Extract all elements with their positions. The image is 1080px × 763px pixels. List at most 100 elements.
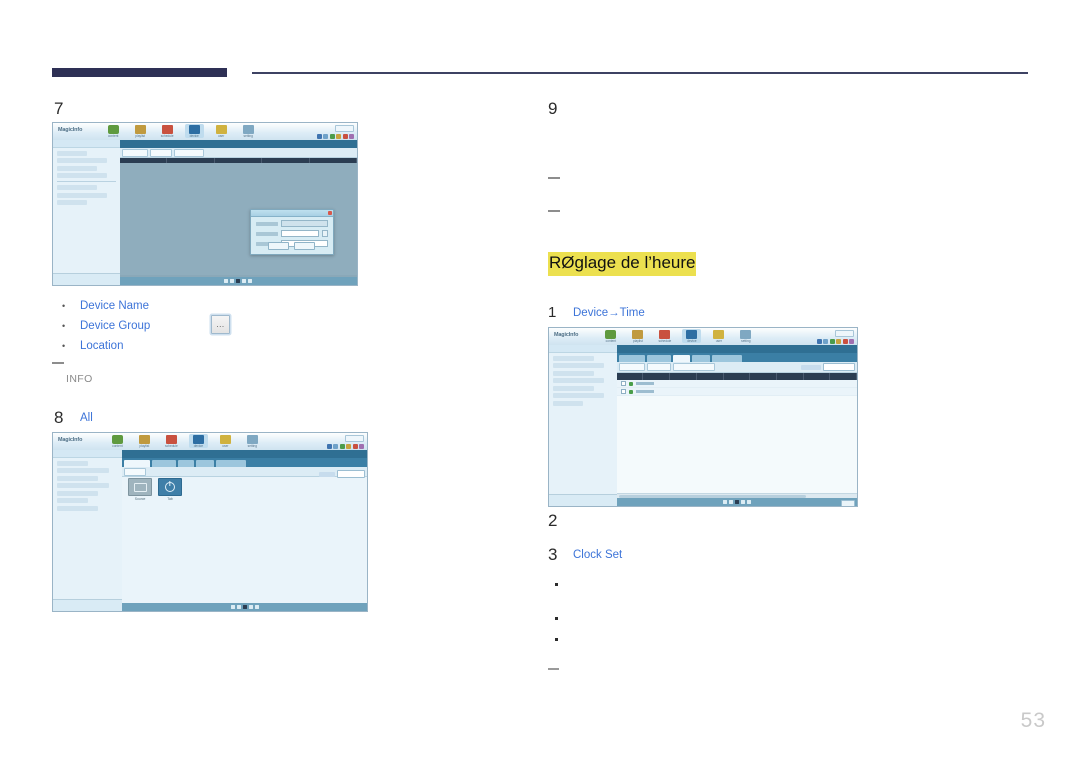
tab-setup[interactable] <box>196 460 215 467</box>
step-number-3: 3 <box>548 545 558 564</box>
tab-monitoring[interactable] <box>618 355 645 362</box>
shot8-nav-item[interactable] <box>57 475 99 481</box>
group-filter-select[interactable] <box>823 363 855 371</box>
tab-monitoring[interactable] <box>124 460 151 467</box>
page-button[interactable] <box>740 500 745 504</box>
shot9-nav-device[interactable]: device <box>682 329 702 344</box>
shot7-nav-item[interactable] <box>57 165 98 171</box>
shot7-nav-item[interactable] <box>57 192 108 198</box>
shot8-logout-button[interactable] <box>345 435 364 442</box>
dialog-cancel-button[interactable] <box>294 242 316 250</box>
page-button[interactable] <box>242 279 247 283</box>
tab-schedule[interactable] <box>646 355 671 362</box>
shot9-nav-item[interactable] <box>553 370 594 376</box>
thumbnail-source[interactable]: Source <box>128 478 153 501</box>
shot9-nav-item[interactable] <box>553 363 604 368</box>
shot9-nav-item[interactable] <box>553 355 594 361</box>
shot8-nav-item[interactable] <box>57 498 89 503</box>
shot8-nav-schedule[interactable]: schedule <box>162 434 181 448</box>
row-checkbox[interactable] <box>620 389 626 394</box>
shot7-nav-user[interactable]: user <box>212 124 231 138</box>
page-button-active[interactable] <box>236 279 241 283</box>
thumbnail-tab[interactable]: Tab <box>158 478 183 501</box>
tab-time[interactable] <box>672 355 690 362</box>
shot7-nav-item[interactable] <box>57 185 98 190</box>
shot9-nav-item[interactable] <box>553 400 584 406</box>
table-row[interactable] <box>616 388 857 396</box>
group-filter-select[interactable] <box>337 470 365 478</box>
holiday-management-button[interactable] <box>672 363 715 371</box>
page-button[interactable] <box>722 500 727 504</box>
page-button[interactable] <box>230 605 235 609</box>
shot7-approve-button[interactable] <box>121 148 148 157</box>
shot7-delete-button[interactable] <box>149 148 172 157</box>
shot8-nav-setting[interactable]: setting <box>243 434 262 448</box>
schedule-icon <box>165 435 177 444</box>
shot7-left-nav-footer <box>53 273 120 285</box>
ellipsis-browse-button[interactable]: ... <box>211 315 230 334</box>
device-group-input[interactable] <box>280 230 319 237</box>
row-checkbox[interactable] <box>620 381 626 386</box>
shot9-nav-playlist[interactable]: playlist <box>628 329 647 343</box>
shot9-nav-item[interactable] <box>553 393 604 398</box>
shot7-nav-device[interactable]: device <box>184 124 204 139</box>
shot7-logout-button[interactable] <box>335 125 354 132</box>
shot8-nav-playlist[interactable]: playlist <box>135 434 154 448</box>
shot8-nav-item[interactable] <box>57 460 89 466</box>
page-button[interactable] <box>224 279 229 283</box>
thumbnail-box <box>128 478 153 496</box>
shot9-nav-setting[interactable]: setting <box>736 329 755 343</box>
shot9-tab-row <box>616 353 857 362</box>
device-group-picker-icon[interactable] <box>321 230 328 237</box>
shot7-nav-playlist[interactable]: playlist <box>131 124 150 138</box>
shot8-nav-item[interactable] <box>57 490 99 496</box>
page-button[interactable] <box>248 605 253 609</box>
shot8-nav-user[interactable]: user <box>216 434 235 448</box>
shot8-thumbnail-grid: Source Tab <box>128 478 183 501</box>
shot8-nav-item[interactable] <box>57 483 109 488</box>
dialog-ok-button[interactable] <box>268 242 290 250</box>
timer-set-button[interactable] <box>646 363 671 371</box>
close-icon[interactable] <box>327 210 332 215</box>
shot9-nav-item[interactable] <box>553 385 594 391</box>
device-name-input[interactable] <box>280 220 328 227</box>
page-button[interactable] <box>254 605 259 609</box>
rows-per-page-select[interactable] <box>841 499 855 506</box>
tab-display-control[interactable] <box>216 460 247 467</box>
shot8-nav-item[interactable] <box>57 505 99 511</box>
shot7-nav-item[interactable] <box>57 173 108 178</box>
shot9-logout-button[interactable] <box>835 330 854 337</box>
shot7-content <box>119 140 357 285</box>
shot9-nav-schedule[interactable]: schedule <box>655 329 674 343</box>
shot9-breadcrumb <box>616 345 857 353</box>
shot7-select-count-button[interactable] <box>173 148 204 157</box>
tab-display-control[interactable] <box>711 355 742 362</box>
tab-time[interactable] <box>178 460 195 467</box>
shot9-header-controls <box>816 330 854 344</box>
shot8-tab-row <box>122 458 367 467</box>
shot7-nav-content[interactable]: content <box>104 124 123 138</box>
page-button[interactable] <box>230 279 235 283</box>
page-button[interactable] <box>248 279 253 283</box>
tab-schedule[interactable] <box>152 460 177 467</box>
shot9-nav-item[interactable] <box>553 378 604 383</box>
page-button[interactable] <box>728 500 733 504</box>
page-button[interactable] <box>236 605 241 609</box>
shot9-nav-content[interactable]: content <box>601 329 620 343</box>
shot8-nav-content[interactable]: content <box>108 434 127 448</box>
page-button-active[interactable] <box>242 605 247 609</box>
tab-setup[interactable] <box>691 355 710 362</box>
page-button-active[interactable] <box>734 500 739 504</box>
shot7-nav-item[interactable] <box>57 150 88 156</box>
shot8-nav-device[interactable]: device <box>188 434 208 449</box>
clock-set-button[interactable] <box>618 363 645 371</box>
shot7-nav-schedule[interactable]: schedule <box>158 124 177 138</box>
shot9-nav-user[interactable]: user <box>709 329 728 343</box>
shot8-enable-button[interactable] <box>124 467 147 476</box>
shot7-nav-item[interactable] <box>57 200 88 205</box>
page-button[interactable] <box>746 500 751 504</box>
shot7-nav-setting[interactable]: setting <box>239 124 258 138</box>
table-row[interactable] <box>616 380 857 388</box>
shot8-nav-item[interactable] <box>57 468 109 473</box>
shot7-nav-item[interactable] <box>57 158 108 163</box>
